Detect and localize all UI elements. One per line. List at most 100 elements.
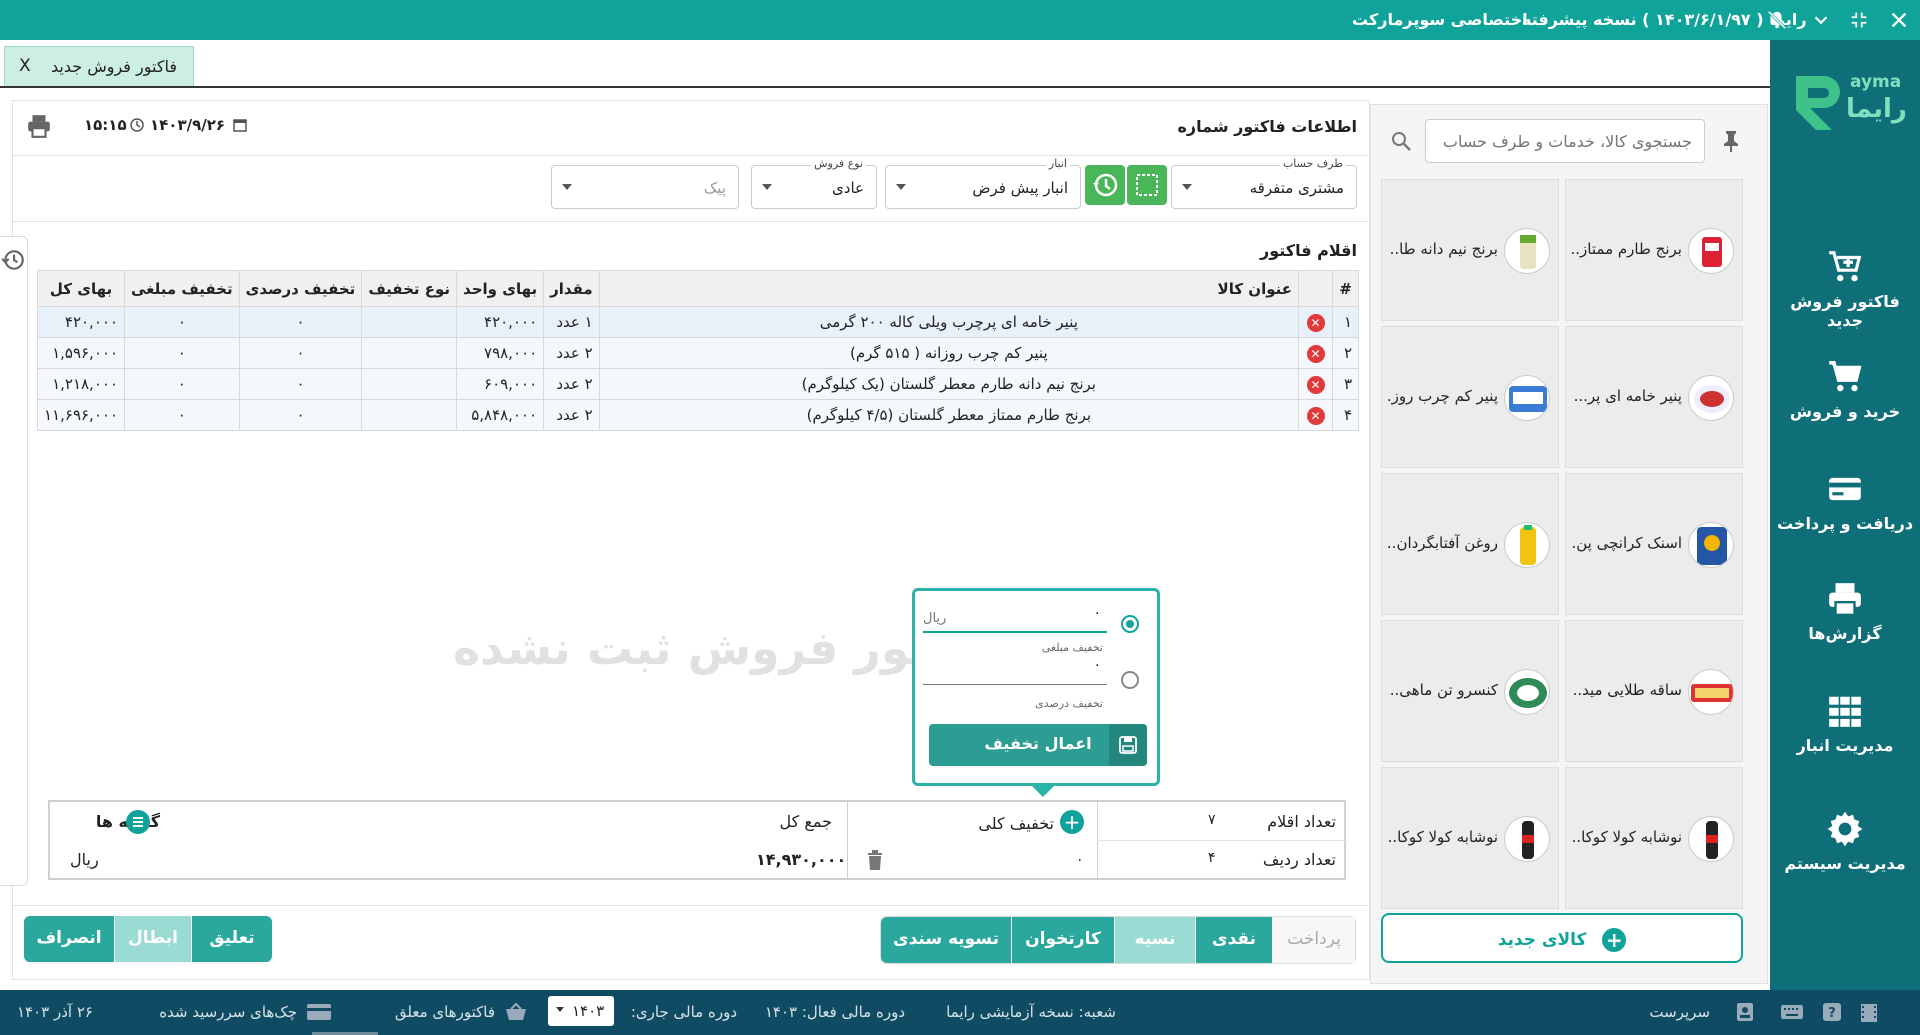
row-discount-percent[interactable]: ۰ [238,399,363,431]
row-unit-price[interactable]: ۶۰۹,۰۰۰ [456,368,545,400]
credit-button[interactable]: نسیه [1115,917,1195,963]
history-drawer[interactable] [0,236,28,886]
film-icon[interactable] [1858,1002,1880,1024]
payment-buttons-group: تسویه سندی کارتخوان نسیه نقدی پرداخت [880,916,1356,964]
product-name: کنسرو تن ماهی... [1388,681,1498,699]
row-unit-price[interactable]: ۵,۸۴۸,۰۰۰ [456,399,545,431]
tab-close-icon[interactable]: X [19,56,31,76]
sidebar-item-system[interactable]: مدیریت سیستم [1770,810,1920,910]
trash-icon[interactable] [866,850,884,870]
row-qty[interactable]: ۲ عدد [543,368,600,400]
pay-button[interactable]: پرداخت [1273,917,1355,963]
product-search-input[interactable] [1425,119,1705,163]
col-total[interactable]: بهای کل [37,270,125,307]
doc-settlement-button[interactable]: تسویه سندی [881,917,1011,963]
table-row[interactable]: ۱ ✕ پنیر خامه ای پرچرب ویلی کاله ۲۰۰ گرم… [37,306,1359,338]
card-reader-button[interactable]: کارتخوان [1012,917,1114,963]
cancel-button[interactable]: انصراف [24,916,114,962]
product-card[interactable]: روغن آفتابگردان... [1381,473,1559,615]
product-card[interactable]: نوشابه کولا کوکا... [1381,767,1559,909]
new-good-button[interactable]: + کالای جدید [1381,913,1743,963]
row-unit-price[interactable]: ۴۲۰,۰۰۰ [456,306,545,338]
product-card[interactable]: ساقه طلایی مید... [1565,620,1743,762]
tab-new-sale-invoice[interactable]: فاکتور فروش جدید X [4,46,194,86]
card-icon[interactable] [306,1002,332,1022]
row-discount-type[interactable] [361,368,458,400]
sidebar-item-warehouse[interactable]: مدیریت انبار [1770,692,1920,792]
warehouse-select[interactable]: انبار انبار پیش فرض [885,157,1081,209]
amount-discount-radio[interactable] [1121,615,1139,633]
product-card[interactable]: برنج طارم ممتاز... [1565,179,1743,321]
percent-discount-input[interactable]: ۰ [923,655,1107,685]
apply-discount-button[interactable]: اعمال تخفیف [929,724,1147,766]
product-card[interactable]: برنج نیم دانه طا... [1381,179,1559,321]
select-area-button[interactable] [1127,165,1167,205]
row-discount-amount[interactable]: ۰ [124,399,240,431]
percent-discount-radio[interactable] [1121,671,1139,689]
help-icon[interactable]: ? [1822,1002,1842,1022]
product-card[interactable]: نوشابه کولا کوکا... [1565,767,1743,909]
basket-icon[interactable] [504,1002,528,1022]
row-discount-type[interactable] [361,337,458,369]
delete-row-icon[interactable]: ✕ [1306,313,1325,332]
sidebar-item-receive-pay[interactable]: دریافت و پرداخت [1770,470,1920,570]
row-discount-amount[interactable]: ۰ [124,368,240,400]
table-row[interactable]: ۲ ✕ پنیر کم چرب روزانه ( ۵۱۵ گرم) ۲ عدد … [37,337,1359,369]
keyboard-icon[interactable] [1780,1003,1804,1021]
col-unit-price[interactable]: بهای واحد [456,270,545,307]
courier-select[interactable]: پیک [551,165,739,209]
delete-row-icon[interactable]: ✕ [1306,375,1325,394]
product-card[interactable]: کنسرو تن ماهی... [1381,620,1559,762]
row-qty[interactable]: ۲ عدد [543,399,600,431]
history-button[interactable] [1085,165,1125,205]
row-qty[interactable]: ۲ عدد [543,337,600,369]
pin-icon[interactable] [1721,129,1741,153]
product-card[interactable]: پنیر خامه ای پر... [1565,326,1743,468]
collapse-icon[interactable] [1848,9,1870,31]
due-cheques-label[interactable]: چک‌های سررسید شده [159,1003,297,1021]
menu-icon[interactable] [126,810,150,834]
calendar-icon[interactable] [233,118,247,132]
sale-type-select[interactable]: نوع فروش عادی [751,157,877,209]
close-window-icon[interactable] [1888,9,1910,31]
print-icon[interactable] [25,113,53,139]
row-unit-price[interactable]: ۷۹۸,۰۰۰ [456,337,545,369]
sidebar-item-new-invoice[interactable]: فاکتور فروش جدید [1770,248,1920,348]
col-qty[interactable]: مقدار [543,270,600,307]
row-discount-type[interactable] [361,399,458,431]
sidebar-item-buy-sell[interactable]: خرید و فروش [1770,358,1920,458]
col-title[interactable]: عنوان کالا [598,270,1300,307]
row-discount-percent[interactable]: ۰ [238,368,363,400]
product-thumbnail [1504,228,1550,274]
void-button[interactable]: ابطال [115,916,191,962]
suspend-button[interactable]: تعلیق [192,916,272,962]
divider [847,802,848,878]
amount-discount-input[interactable]: ۰ ریال [923,603,1107,633]
add-discount-icon[interactable]: + [1060,810,1084,834]
col-discount-percent[interactable]: تخفیف درصدی [238,270,363,307]
product-card[interactable]: اسنک کرانچی پن... [1565,473,1743,615]
current-period-select[interactable]: ۱۴۰۳ [548,996,614,1026]
pending-invoices-label[interactable]: فاکتورهای معلق [395,1003,495,1021]
row-discount-percent[interactable]: ۰ [238,337,363,369]
account-select[interactable]: طرف حساب مشتری متفرقه [1171,157,1357,209]
chevron-down-icon [762,184,772,190]
row-discount-type[interactable] [361,306,458,338]
col-discount-type[interactable]: نوع تخفیف [361,270,458,307]
delete-row-icon[interactable]: ✕ [1306,406,1325,425]
col-discount-amount[interactable]: تخفیف مبلغی [124,270,240,307]
table-row[interactable]: ۴ ✕ برنج طارم ممتاز معطر گلستان (۴/۵ کیل… [37,399,1359,431]
delete-row-icon[interactable]: ✕ [1306,344,1325,363]
sidebar-item-reports[interactable]: گزارش‌ها [1770,580,1920,680]
row-discount-amount[interactable]: ۰ [124,306,240,338]
cash-button[interactable]: نقدی [1196,917,1272,963]
bell-off-icon[interactable] [1766,9,1788,31]
row-qty[interactable]: ۱ عدد [543,306,600,338]
product-card[interactable]: پنیر کم چرب روز... [1381,326,1559,468]
table-row[interactable]: ۳ ✕ برنج نیم دانه طارم معطر گلستان (یک ک… [37,368,1359,400]
row-discount-percent[interactable]: ۰ [238,306,363,338]
chevron-down-icon[interactable] [1810,9,1832,31]
row-discount-amount[interactable]: ۰ [124,337,240,369]
search-icon[interactable] [1389,129,1413,153]
save-icon [1109,724,1147,766]
